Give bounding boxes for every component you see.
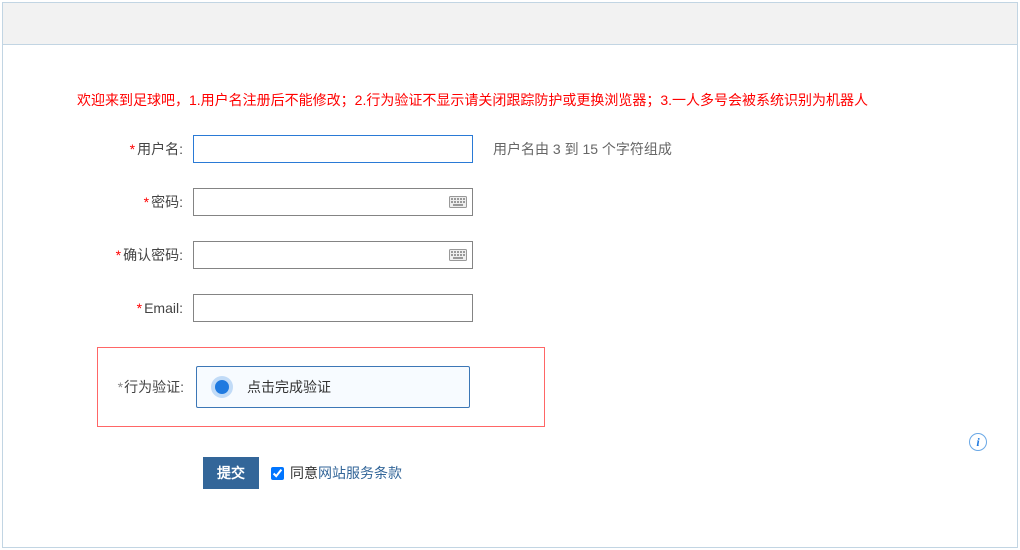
info-icon[interactable]: i — [969, 433, 987, 451]
captcha-dot-icon — [215, 380, 229, 394]
agree-checkbox[interactable] — [271, 467, 284, 480]
welcome-message: 欢迎来到足球吧，1.用户名注册后不能修改；2.行为验证不显示请关闭跟踪防护或更换… — [77, 90, 957, 110]
label-confirm-password: *确认密码: — [63, 245, 193, 265]
label-email: *Email: — [63, 300, 193, 316]
username-hint: 用户名由 3 到 15 个字符组成 — [493, 139, 672, 159]
submit-button[interactable]: 提交 — [203, 457, 259, 489]
row-confirm-password: *确认密码: — [63, 241, 957, 269]
confirm-password-input[interactable] — [193, 241, 473, 269]
tos-link[interactable]: 网站服务条款 — [318, 463, 402, 483]
row-captcha: *行为验证: 点击完成验证 — [97, 347, 545, 427]
label-username: *用户名: — [63, 139, 193, 159]
row-email: *Email: — [63, 294, 957, 322]
label-captcha: *行为验证: — [98, 377, 194, 397]
captcha-button-text: 点击完成验证 — [247, 377, 331, 397]
top-bar — [3, 3, 1017, 45]
form-content: 欢迎来到足球吧，1.用户名注册后不能修改；2.行为验证不显示请关闭跟踪防护或更换… — [3, 45, 1017, 547]
row-password: *密码: — [63, 188, 957, 216]
agree-label[interactable]: 同意网站服务条款 — [271, 463, 402, 483]
agree-prefix: 同意 — [290, 463, 318, 483]
username-input[interactable] — [193, 135, 473, 163]
captcha-button[interactable]: 点击完成验证 — [196, 366, 470, 408]
password-input[interactable] — [193, 188, 473, 216]
row-username: *用户名: 用户名由 3 到 15 个字符组成 — [63, 135, 957, 163]
form-panel: 欢迎来到足球吧，1.用户名注册后不能修改；2.行为验证不显示请关闭跟踪防护或更换… — [2, 2, 1018, 548]
label-password: *密码: — [63, 192, 193, 212]
row-submit: 提交 同意网站服务条款 — [203, 457, 957, 489]
email-input[interactable] — [193, 294, 473, 322]
